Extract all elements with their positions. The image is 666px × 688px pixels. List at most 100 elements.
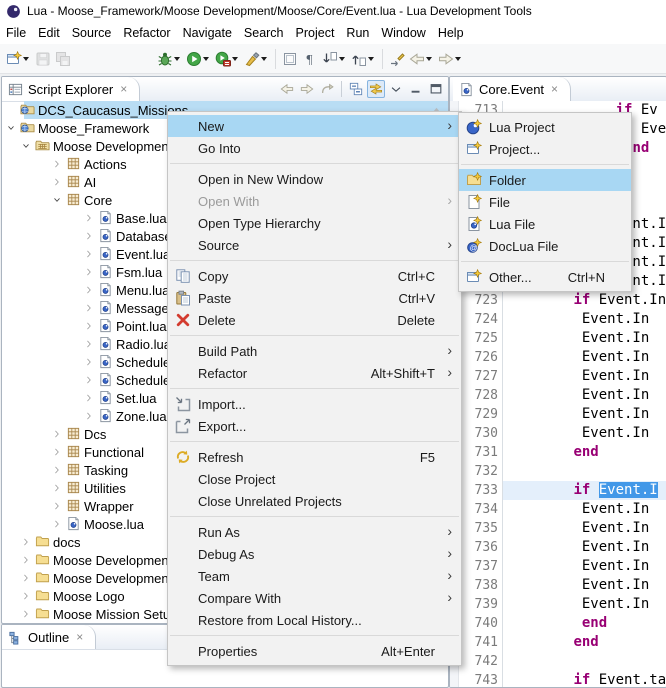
new-submenu-item-project[interactable]: Project... (459, 138, 631, 160)
next-annotation-button[interactable] (320, 47, 349, 71)
context-menu-item-new[interactable]: New› (168, 115, 461, 137)
dropdown-arrow-icon[interactable] (232, 57, 238, 61)
maximize-button[interactable] (427, 80, 445, 98)
chevron-right-icon[interactable] (84, 375, 94, 385)
menubar-item-navigate[interactable]: Navigate (177, 24, 238, 42)
chevron-right-icon[interactable] (21, 609, 31, 619)
context-menu-item-restore-from-local-history[interactable]: Restore from Local History... (168, 609, 461, 631)
context-menu-item-team[interactable]: Team› (168, 565, 461, 587)
new-submenu-item-folder[interactable]: Folder (459, 169, 631, 191)
chevron-right-icon[interactable] (84, 357, 94, 367)
chevron-right-icon[interactable] (84, 249, 94, 259)
chevron-right-icon[interactable] (84, 267, 94, 277)
menubar-item-file[interactable]: File (0, 24, 32, 42)
context-menu-item-close-unrelated-projects[interactable]: Close Unrelated Projects (168, 490, 461, 512)
chevron-right-icon[interactable] (52, 465, 62, 475)
menubar-item-search[interactable]: Search (238, 24, 290, 42)
dropdown-arrow-icon[interactable] (455, 57, 461, 61)
forward-button[interactable] (436, 47, 465, 71)
new-submenu-item-doclua-file[interactable]: @DocLua File (459, 235, 631, 257)
chevron-right-icon[interactable] (21, 591, 31, 601)
dropdown-arrow-icon[interactable] (203, 57, 209, 61)
minimize-button[interactable] (407, 80, 425, 98)
context-menu-item-import[interactable]: Import... (168, 393, 461, 415)
chevron-right-icon[interactable] (84, 303, 94, 313)
save-button[interactable] (33, 47, 53, 71)
show-whitespace-button[interactable]: ¶ (300, 47, 320, 71)
tab-script-explorer[interactable]: Script Explorer × (2, 77, 140, 101)
link-editor-button[interactable] (367, 80, 385, 98)
menubar-item-refactor[interactable]: Refactor (117, 24, 176, 42)
context-menu-item-export[interactable]: Export... (168, 415, 461, 437)
menubar-item-help[interactable]: Help (432, 24, 470, 42)
context-menu-item-debug-as[interactable]: Debug As› (168, 543, 461, 565)
context-menu-item-open-type-hierarchy[interactable]: Open Type Hierarchy (168, 212, 461, 234)
chevron-right-icon[interactable] (84, 321, 94, 331)
menubar-item-edit[interactable]: Edit (32, 24, 66, 42)
chevron-right-icon[interactable] (21, 537, 31, 547)
chevron-right-icon[interactable] (84, 213, 94, 223)
context-menu-item-copy[interactable]: CopyCtrl+C (168, 265, 461, 287)
context-menu-item-close-project[interactable]: Close Project (168, 468, 461, 490)
new-submenu-item-file[interactable]: File (459, 191, 631, 213)
debug-button[interactable] (155, 47, 184, 71)
close-icon[interactable]: × (120, 82, 127, 96)
dropdown-arrow-icon[interactable] (368, 57, 374, 61)
dropdown-arrow-icon[interactable] (339, 57, 345, 61)
save-all-button[interactable] (53, 47, 73, 71)
context-menu-item-run-as[interactable]: Run As› (168, 521, 461, 543)
mark-occurrences-button[interactable] (280, 47, 300, 71)
tab-outline[interactable]: Outline × (2, 625, 96, 649)
close-icon[interactable]: × (76, 630, 83, 644)
context-menu-item-open-with[interactable]: Open With› (168, 190, 461, 212)
context-menu-item-go-into[interactable]: Go Into (168, 137, 461, 159)
new-submenu-item-other[interactable]: Other...Ctrl+N (459, 266, 631, 288)
dropdown-arrow-icon[interactable] (174, 57, 180, 61)
new-submenu-item-lua-project[interactable]: Lua Project (459, 116, 631, 138)
context-menu-item-properties[interactable]: PropertiesAlt+Enter (168, 640, 461, 662)
context-menu-item-compare-with[interactable]: Compare With› (168, 587, 461, 609)
new-wizard-button[interactable] (4, 47, 33, 71)
chevron-right-icon[interactable] (52, 519, 62, 529)
up-nav-button[interactable] (318, 80, 336, 98)
chevron-right-icon[interactable] (52, 483, 62, 493)
context-menu-item-refresh[interactable]: RefreshF5 (168, 446, 461, 468)
chevron-right-icon[interactable] (84, 339, 94, 349)
last-edit-button[interactable] (387, 47, 407, 71)
menubar-item-project[interactable]: Project (290, 24, 341, 42)
prev-annotation-button[interactable] (349, 47, 378, 71)
chevron-right-icon[interactable] (84, 411, 94, 421)
chevron-right-icon[interactable] (52, 177, 62, 187)
chevron-down-icon[interactable] (21, 141, 31, 151)
context-menu-item-source[interactable]: Source› (168, 234, 461, 256)
menubar-item-window[interactable]: Window (375, 24, 431, 42)
back-button[interactable] (407, 47, 436, 71)
chevron-right-icon[interactable] (21, 573, 31, 583)
run-history-button[interactable] (213, 47, 242, 71)
menubar-item-run[interactable]: Run (340, 24, 375, 42)
dropdown-arrow-icon[interactable] (261, 57, 267, 61)
context-menu-item-refactor[interactable]: RefactorAlt+Shift+T› (168, 362, 461, 384)
chevron-right-icon[interactable] (52, 159, 62, 169)
dropdown-arrow-icon[interactable] (426, 57, 432, 61)
chevron-right-icon[interactable] (84, 231, 94, 241)
chevron-right-icon[interactable] (52, 429, 62, 439)
menubar-item-source[interactable]: Source (66, 24, 118, 42)
external-tools-button[interactable] (242, 47, 271, 71)
collapse-all-button[interactable] (347, 80, 365, 98)
context-menu-item-delete[interactable]: DeleteDelete (168, 309, 461, 331)
forward-nav-button[interactable] (298, 80, 316, 98)
context-menu-item-paste[interactable]: PasteCtrl+V (168, 287, 461, 309)
chevron-right-icon[interactable] (52, 501, 62, 511)
run-button[interactable] (184, 47, 213, 71)
close-icon[interactable]: × (551, 82, 558, 96)
chevron-down-icon[interactable] (6, 123, 16, 133)
chevron-right-icon[interactable] (84, 285, 94, 295)
context-menu-item-build-path[interactable]: Build Path› (168, 340, 461, 362)
dropdown-arrow-icon[interactable] (23, 57, 29, 61)
chevron-right-icon[interactable] (21, 555, 31, 565)
new-submenu-item-lua-file[interactable]: Lua File (459, 213, 631, 235)
back-nav-button[interactable] (278, 80, 296, 98)
chevron-down-icon[interactable] (52, 195, 62, 205)
view-menu-button[interactable] (387, 80, 405, 98)
